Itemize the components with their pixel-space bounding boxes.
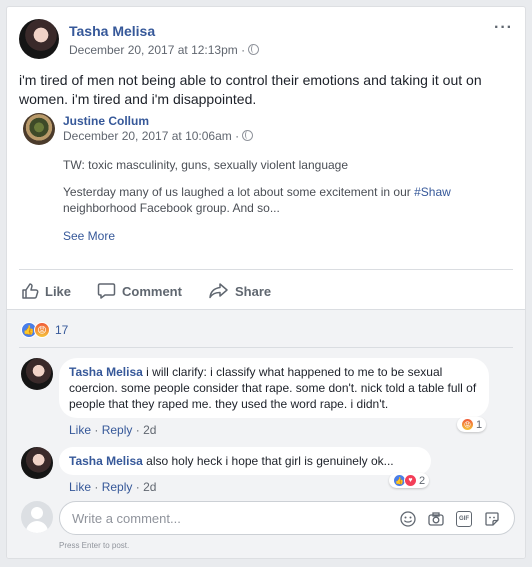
comment-like-link[interactable]: Like — [69, 423, 91, 437]
post-meta: December 20, 2017 at 12:13pm · — [69, 43, 260, 57]
share-arrow-icon — [209, 283, 228, 299]
comment-reply-link[interactable]: Reply — [102, 423, 133, 437]
like-button[interactable]: Like — [21, 279, 71, 303]
author-name[interactable]: Tasha Melisa — [69, 23, 155, 39]
post-card: Tasha Melisa December 20, 2017 at 12:13p… — [6, 6, 526, 559]
shared-body-start: Yesterday many of us laughed a lot about… — [63, 185, 415, 199]
share-label: Share — [235, 283, 272, 299]
dot-separator: · — [135, 480, 140, 494]
shared-tw-line: TW: toxic masculinity, guns, sexually vi… — [63, 158, 349, 172]
comment-reaction-count: 2 — [419, 474, 426, 487]
angry-icon: 😡 — [34, 322, 50, 338]
comment-icon — [97, 283, 116, 299]
hashtag-link[interactable]: #Shaw — [414, 185, 451, 199]
comment-composer[interactable]: GIF — [59, 501, 515, 535]
meta-separator: · — [235, 129, 240, 143]
comment-like-link[interactable]: Like — [69, 480, 91, 494]
actions-divider — [19, 269, 513, 270]
shared-timestamp[interactable]: December 20, 2017 at 10:06am — [63, 129, 232, 143]
comment-input[interactable] — [72, 511, 372, 526]
emoji-icon[interactable] — [400, 511, 416, 527]
comment-text: also holy heck i hope that girl is genui… — [142, 454, 394, 468]
comment-author[interactable]: Tasha Melisa — [69, 365, 143, 379]
reaction-count: 17 — [55, 323, 69, 337]
gif-icon[interactable]: GIF — [456, 511, 472, 527]
share-button[interactable]: Share — [209, 279, 271, 303]
comment-reaction-count: 1 — [476, 418, 483, 431]
shared-body-end: neighborhood Facebook group. And so... — [63, 201, 280, 215]
thumbs-up-icon — [22, 283, 39, 299]
globe-icon — [242, 130, 254, 141]
see-more-link[interactable]: See More — [63, 229, 115, 243]
shared-author-name[interactable]: Justine Collum — [63, 114, 149, 128]
dot-separator: · — [135, 423, 140, 437]
globe-icon — [248, 44, 260, 55]
shared-body: Yesterday many of us laughed a lot about… — [63, 184, 503, 216]
comment-button[interactable]: Comment — [97, 279, 182, 303]
comment-author[interactable]: Tasha Melisa — [69, 454, 143, 468]
post-timestamp[interactable]: December 20, 2017 at 12:13pm — [69, 43, 238, 57]
reaction-summary[interactable]: 👍 😡 17 — [21, 322, 68, 338]
angry-icon: 😡 — [461, 418, 474, 431]
comment-actions: Like · Reply · 2d — [69, 423, 156, 437]
like-label: Like — [45, 283, 72, 299]
composer-hint: Press Enter to post. — [59, 541, 130, 550]
shared-author-avatar[interactable] — [23, 113, 55, 145]
comment-reactions[interactable]: 😡 1 — [457, 417, 487, 432]
gif-label: GIF — [459, 516, 469, 522]
comment-age[interactable]: 2d — [143, 423, 156, 437]
comment-bubble: Tasha Melisa also holy heck i hope that … — [59, 447, 431, 475]
comment-actions: Like · Reply · 2d — [69, 480, 156, 494]
camera-icon[interactable] — [428, 511, 444, 527]
love-icon: ♥ — [404, 474, 417, 487]
post-text: i'm tired of men not being able to contr… — [19, 72, 482, 107]
shared-meta: December 20, 2017 at 10:06am · — [63, 129, 254, 143]
author-avatar[interactable] — [19, 19, 59, 59]
sticker-icon[interactable] — [484, 511, 500, 527]
reactions-divider — [19, 347, 513, 348]
meta-separator: · — [241, 43, 246, 57]
dot-separator: · — [94, 423, 99, 437]
comment-label: Comment — [122, 283, 182, 299]
comment-age[interactable]: 2d — [143, 480, 156, 494]
dot-separator: · — [94, 480, 99, 494]
commenter-avatar[interactable] — [21, 358, 53, 390]
comment-reactions[interactable]: 👍 ♥ 2 — [389, 473, 430, 488]
comment-reply-link[interactable]: Reply — [102, 480, 133, 494]
comment-bubble: Tasha Melisa i will clarify: i classify … — [59, 358, 489, 418]
commenter-avatar[interactable] — [21, 447, 53, 479]
user-avatar — [21, 501, 53, 533]
more-options-button[interactable]: ··· — [494, 20, 513, 36]
